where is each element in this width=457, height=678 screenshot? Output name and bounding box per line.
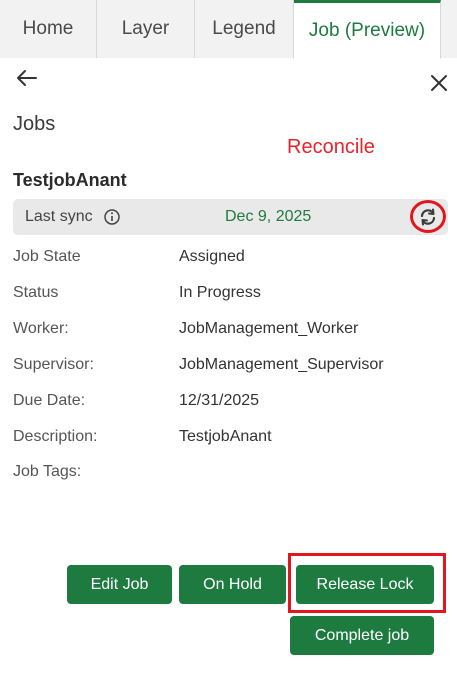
back-button[interactable] <box>14 66 40 90</box>
detail-row-status: Status In Progress <box>13 284 443 308</box>
tab-label: Layer <box>121 18 170 39</box>
tab-bar-filler <box>441 0 457 58</box>
detail-label: Job State <box>13 248 81 265</box>
detail-row-description: Description: TestjobAnant <box>13 428 443 452</box>
detail-value: JobManagement_Supervisor <box>179 356 384 373</box>
tab-legend[interactable]: Legend <box>195 0 294 58</box>
detail-row-worker: Worker: JobManagement_Worker <box>13 320 443 344</box>
reconcile-button[interactable] <box>410 200 446 233</box>
detail-label: Supervisor: <box>13 356 94 373</box>
detail-label: Status <box>13 284 59 301</box>
detail-row-due-date: Due Date: 12/31/2025 <box>13 392 443 416</box>
tab-job-preview[interactable]: Job (Preview) <box>294 0 441 59</box>
detail-value: TestjobAnant <box>179 428 272 445</box>
detail-label: Description: <box>13 428 98 445</box>
close-button[interactable] <box>428 72 450 94</box>
reconcile-annotation: Reconcile <box>287 136 375 158</box>
detail-row-job-tags: Job Tags: <box>13 463 443 487</box>
edit-job-button[interactable]: Edit Job <box>67 565 172 604</box>
tab-bar: Home Layer Legend Job (Preview) <box>0 0 457 59</box>
on-hold-button[interactable]: On Hold <box>179 565 286 604</box>
detail-row-job-state: Job State Assigned <box>13 248 443 272</box>
sync-bar: Last sync Dec 9, 2025 <box>13 199 448 235</box>
complete-job-button[interactable]: Complete job <box>290 616 434 655</box>
detail-row-supervisor: Supervisor: JobManagement_Supervisor <box>13 356 443 380</box>
tab-label: Home <box>22 18 74 39</box>
info-icon[interactable] <box>103 208 121 226</box>
close-icon <box>431 75 447 91</box>
detail-value: Assigned <box>179 248 245 265</box>
arrow-left-icon <box>17 70 37 86</box>
sync-icon <box>420 208 436 225</box>
last-sync-date: Dec 9, 2025 <box>225 208 312 225</box>
tab-home[interactable]: Home <box>0 0 97 58</box>
detail-label: Job Tags: <box>13 463 82 480</box>
detail-value: In Progress <box>179 284 261 301</box>
detail-label: Worker: <box>13 320 69 337</box>
detail-value: 12/31/2025 <box>179 392 260 409</box>
tab-label: Legend <box>212 18 276 39</box>
release-lock-button[interactable]: Release Lock <box>296 565 434 604</box>
last-sync-label: Last sync <box>25 208 93 225</box>
tab-label: Job (Preview) <box>308 19 426 41</box>
detail-value: JobManagement_Worker <box>179 320 359 337</box>
tab-layer[interactable]: Layer <box>97 0 195 58</box>
detail-label: Due Date: <box>13 392 86 409</box>
job-name: TestjobAnant <box>13 170 127 190</box>
page-title: Jobs <box>13 113 56 135</box>
